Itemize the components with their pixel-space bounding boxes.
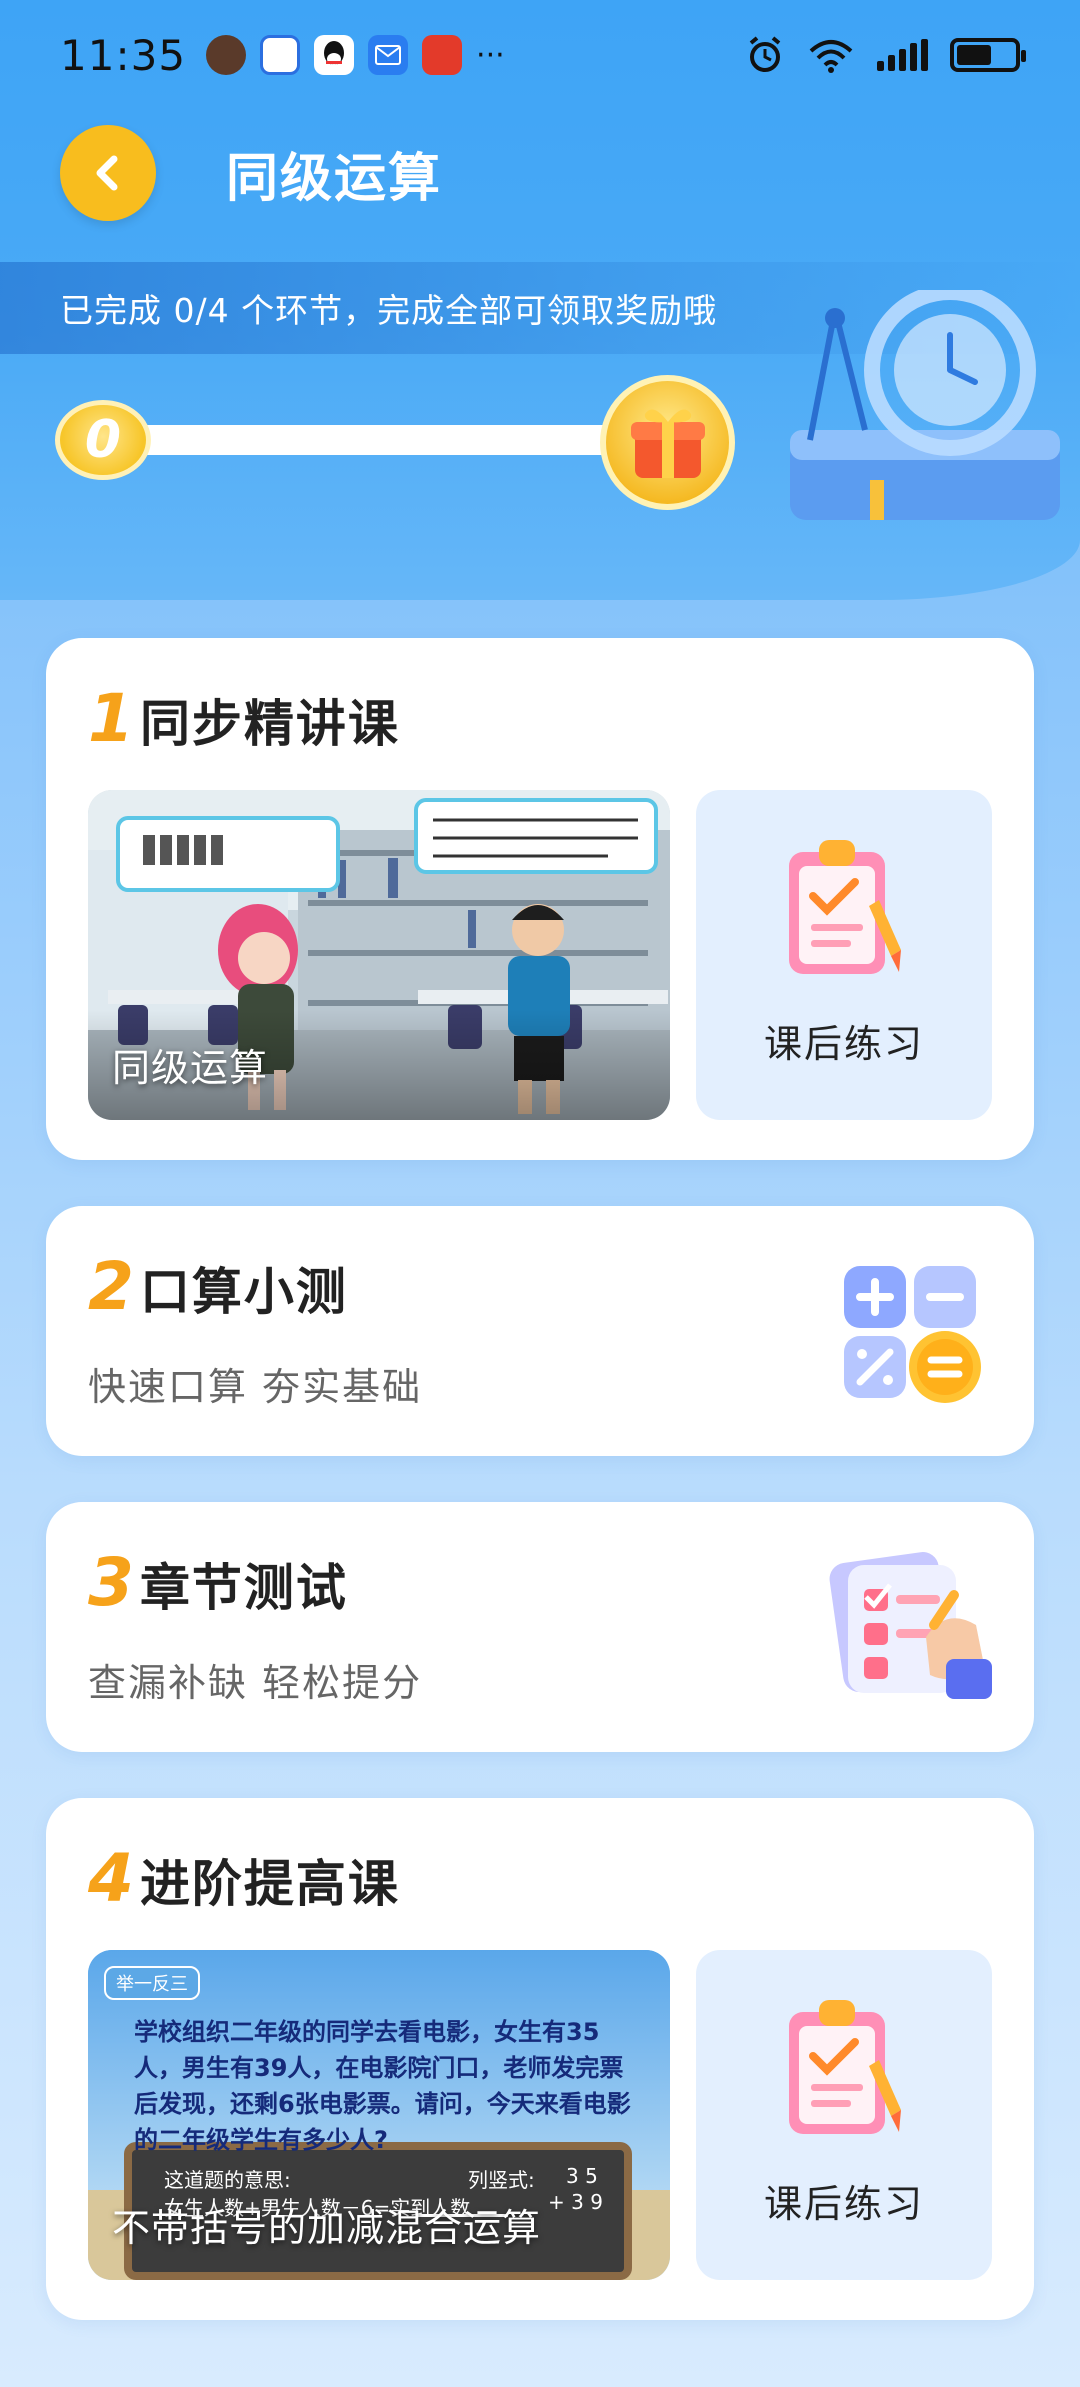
section-card-mental-math[interactable]: 2 口算小测 快速口算 夯实基础 (46, 1206, 1034, 1456)
section-number: 2 (88, 1248, 134, 1325)
problem-text: 学校组织二年级的同学去看电影，女生有35人，男生有39人，在电影院门口，老师发完… (134, 2018, 631, 2154)
section-title: 2 口算小测 (88, 1248, 348, 1325)
page-title: 同级运算 (226, 148, 443, 209)
section-card-chapter-test[interactable]: 3 章节测试 查漏补缺 轻松提分 (46, 1502, 1034, 1752)
section-name: 口算小测 (139, 1263, 348, 1321)
section-title: 4 进阶提高课 (88, 1840, 400, 1917)
practice-label: 课后练习 (763, 2182, 924, 2226)
section-subtitle: 查漏补缺 轻松提分 (88, 1661, 423, 1705)
advanced-video-thumbnail[interactable]: 举一反三 学校组织二年级的同学去看电影，女生有35人，男生有39人，在电影院门口… (88, 1950, 670, 2280)
video-title: 不带括号的加减混合运算 (112, 2206, 542, 2250)
section-number: 4 (88, 1840, 134, 1917)
practice-label: 课后练习 (763, 1022, 924, 1066)
vertical-label: 列竖式: (468, 2168, 535, 2192)
chat-app-icon (260, 35, 301, 75)
section-title: 3 章节测试 (88, 1544, 348, 1621)
vertical-add: + 3 9 (548, 2190, 603, 2214)
video-title: 同级运算 (112, 1046, 269, 1090)
meaning-label: 这道题的意思: (164, 2168, 291, 2192)
more-notifications-icon: ··· (476, 37, 505, 73)
status-time: 11:35 (60, 30, 187, 80)
section-number: 1 (88, 680, 134, 757)
after-class-practice-button[interactable]: 课后练习 (696, 1950, 992, 2280)
notification-icons: ··· (206, 35, 505, 75)
section-number: 3 (88, 1544, 134, 1621)
section-subtitle: 快速口算 夯实基础 (88, 1365, 423, 1409)
after-class-practice-button[interactable]: 课后练习 (696, 790, 992, 1120)
back-button[interactable] (60, 125, 156, 221)
section-title: 1 同步精讲课 (88, 680, 400, 757)
lecture-video-thumbnail[interactable]: 同级运算 (88, 790, 670, 1120)
progress-count-badge: 0 (55, 400, 151, 480)
mail-app-icon (368, 35, 409, 75)
math-tools-illustration (790, 290, 1060, 520)
progress-count-value: 0 (84, 410, 122, 470)
battery-icon (950, 38, 1026, 72)
reward-gift-button[interactable] (600, 375, 735, 510)
system-icons (745, 35, 1026, 75)
section-name: 章节测试 (139, 1559, 348, 1617)
test-paper-icon (829, 1552, 992, 1699)
red-app-icon (422, 35, 463, 75)
avatar-notification-icon (206, 35, 247, 75)
section-name: 进阶提高课 (139, 1855, 400, 1913)
section-name: 同步精讲课 (139, 695, 400, 753)
calculator-icon (844, 1266, 981, 1403)
wifi-icon (809, 40, 853, 73)
section-card-advanced: 4 进阶提高课 举一反三 学校组织二年级的同学去看电影，女生有35人，男生有39… (46, 1798, 1034, 2320)
signal-icon (877, 39, 928, 71)
alarm-icon (749, 36, 781, 72)
section-card-lecture: 1 同步精讲课 同级运算 课后练习 (46, 638, 1034, 1160)
vertical-top: 3 5 (566, 2164, 598, 2188)
status-bar: 11:35 ··· (0, 0, 1080, 110)
chevron-left-icon (96, 155, 118, 191)
clipboard-icon (789, 2000, 901, 2134)
video-tag: 举一反三 (104, 1966, 200, 2000)
clipboard-icon (789, 840, 901, 974)
progress-text: 已完成 0/4 个环节，完成全部可领取奖励哦 (60, 291, 718, 330)
gift-icon (630, 409, 705, 478)
top-navigation: 同级运算 (60, 118, 442, 228)
qq-icon (314, 35, 355, 75)
